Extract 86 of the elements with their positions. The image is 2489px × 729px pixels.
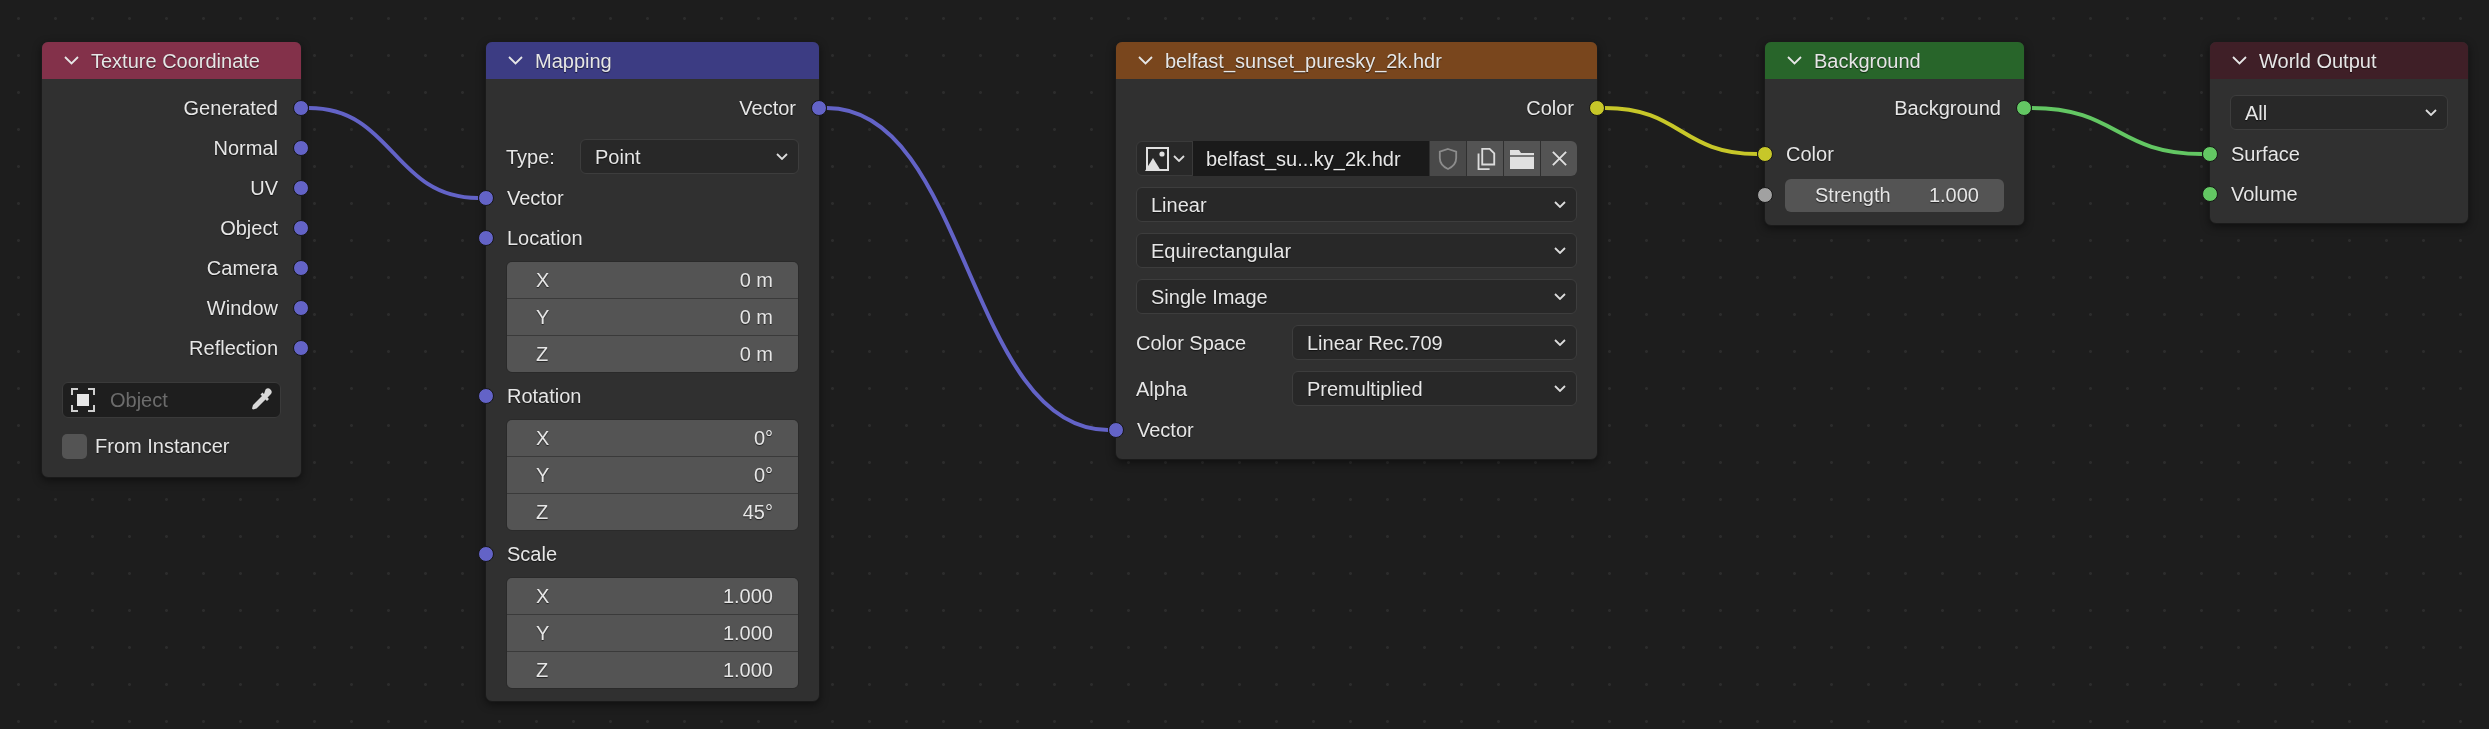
number-field[interactable]: X 0°	[507, 420, 798, 456]
dropdown[interactable]: Linear Rec.709	[1292, 325, 1577, 360]
input-socket-icon[interactable]	[478, 546, 494, 562]
dropdown[interactable]: Point	[580, 139, 799, 174]
duplicate-button[interactable]	[1466, 141, 1503, 176]
chevron-icon	[1554, 293, 1566, 300]
dropdown[interactable]: Equirectangular	[1136, 233, 1577, 268]
checkbox-label: From Instancer	[95, 436, 230, 456]
chevron-icon	[2425, 109, 2437, 116]
socket-label: UV	[250, 178, 278, 198]
socket-label: Color	[1526, 98, 1574, 118]
node-title: World Output	[2259, 50, 2377, 71]
field-label: Alpha	[1136, 378, 1189, 399]
output-socket-icon[interactable]	[2016, 100, 2032, 116]
object-icon	[70, 387, 96, 413]
dropdown[interactable]: Linear	[1136, 187, 1577, 222]
folder-icon	[1509, 147, 1535, 170]
output-socket-icon[interactable]	[1589, 100, 1605, 116]
number-field[interactable]: Z 0 m	[507, 336, 798, 372]
input-socket-icon[interactable]	[2202, 146, 2218, 162]
number-field[interactable]: X 0 m	[507, 262, 798, 298]
node-header[interactable]: World Output	[2210, 42, 2468, 79]
number-field[interactable]: X 1.000	[507, 578, 798, 614]
socket-label: Location	[507, 228, 583, 248]
socket-label: Scale	[507, 544, 558, 564]
node-title: Background	[1814, 50, 1921, 71]
image-browse-button[interactable]	[1136, 141, 1193, 176]
chevron-icon	[1554, 247, 1566, 254]
unlink-button[interactable]	[1540, 141, 1577, 176]
socket-label: Camera	[206, 258, 278, 278]
socket-label: Color	[1786, 144, 1834, 164]
socket-label: Rotation	[507, 386, 582, 406]
dropdown[interactable]: All	[2230, 95, 2448, 130]
node-header[interactable]: belfast_sunset_puresky_2k.hdr	[1116, 42, 1597, 79]
socket-label: Object	[220, 218, 278, 238]
image-icon	[1144, 145, 1170, 172]
node-header[interactable]: Mapping	[486, 42, 819, 79]
socket-label: Background	[1894, 98, 2001, 118]
chevron-icon	[1554, 201, 1566, 208]
input-socket-icon[interactable]	[2202, 186, 2218, 202]
socket-label: Vector	[739, 98, 796, 118]
input-socket-icon[interactable]	[1757, 146, 1773, 162]
dropdown[interactable]: Single Image	[1136, 279, 1577, 314]
checkbox[interactable]	[62, 433, 87, 459]
object-field[interactable]: Object	[62, 382, 281, 418]
chevron-icon[interactable]	[508, 56, 523, 65]
close-icon	[1550, 150, 1568, 167]
chevron-icon[interactable]	[1787, 56, 1802, 65]
node-title: Mapping	[535, 50, 612, 71]
node-header[interactable]: Background	[1765, 42, 2024, 79]
number-field[interactable]: Strength 1.000	[1785, 178, 2004, 212]
node-title: Texture Coordinate	[91, 50, 260, 71]
socket-label: Vector	[1137, 420, 1194, 440]
socket-label: Surface	[2231, 144, 2300, 164]
number-field[interactable]: Y 0 m	[507, 299, 798, 335]
number-field[interactable]: Y 0°	[507, 457, 798, 493]
chevron-icon	[776, 153, 788, 160]
node-title: belfast_sunset_puresky_2k.hdr	[1165, 50, 1442, 71]
field-label: Color Space	[1136, 332, 1248, 353]
open-file-button[interactable]	[1503, 141, 1540, 176]
dropdown[interactable]: Premultiplied	[1292, 371, 1577, 406]
number-field[interactable]: Z 45°	[507, 494, 798, 530]
socket-label: Window	[206, 298, 278, 318]
number-field[interactable]: Z 1.000	[507, 652, 798, 688]
shield-icon	[1438, 146, 1458, 171]
input-socket-icon[interactable]	[1108, 422, 1124, 438]
chevron-icon[interactable]	[2232, 56, 2247, 65]
chevron-icon	[1554, 339, 1566, 346]
socket-label: Vector	[507, 188, 564, 208]
socket-label: Normal	[213, 138, 278, 158]
number-field[interactable]: Y 1.000	[507, 615, 798, 651]
socket-label: Generated	[183, 98, 278, 118]
field-label: Type:	[506, 146, 556, 167]
socket-label: Volume	[2231, 184, 2298, 204]
fake-user-button[interactable]	[1429, 141, 1466, 176]
input-socket-icon[interactable]	[1757, 187, 1773, 203]
node-header[interactable]: Texture Coordinate	[42, 42, 301, 79]
chevron-icon	[1173, 155, 1185, 162]
input-socket-icon[interactable]	[478, 388, 494, 404]
input-socket-icon[interactable]	[478, 190, 494, 206]
chevron-icon[interactable]	[64, 56, 79, 65]
chevron-icon	[1554, 385, 1566, 392]
image-name-field[interactable]: belfast_su...ky_2k.hdr	[1193, 141, 1429, 176]
chevron-icon[interactable]	[1138, 56, 1153, 65]
socket-label: Reflection	[189, 338, 278, 358]
input-socket-icon[interactable]	[478, 230, 494, 246]
